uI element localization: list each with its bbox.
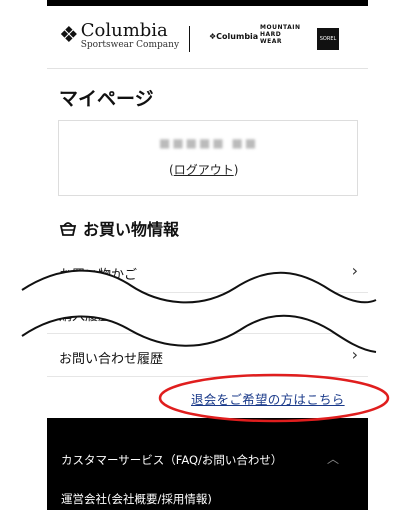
columbia-logo[interactable]: ❖Columbia <box>209 32 258 41</box>
withdraw-link[interactable]: 退会をご希望の方はこちら <box>191 389 345 408</box>
user-name-blurred: ■■■■■ ■■ <box>159 136 259 150</box>
brand-columbia-text: Columbia <box>216 32 259 41</box>
footer-customer-service-link[interactable]: カスタマーサービス（FAQ/お問い合わせ） <box>61 452 282 468</box>
user-card: ■■■■■ ■■ (ログアウト) <box>58 120 358 196</box>
menu-item-inquiry-history[interactable]: お問い合わせ履歴 › <box>47 336 368 377</box>
menu-item-label: お問い合わせ履歴 <box>59 352 164 367</box>
logout-link[interactable]: ログアウト <box>174 163 234 177</box>
shopping-title-text: お買い物情報 <box>83 220 180 239</box>
brand-main-name: Columbia <box>80 20 168 41</box>
menu-item-label: お買い物かご <box>59 268 138 283</box>
chevron-up-icon[interactable]: ︿ <box>327 450 339 467</box>
mobile-page: ❖ Columbia Sportswear Company ❖Columbia … <box>47 0 368 510</box>
sorel-logo[interactable]: SOREL <box>317 28 339 50</box>
footer: カスタマーサービス（FAQ/お問い合わせ） ︿ 運営会社(会社概要/採用情報) <box>47 418 368 510</box>
paren-close: ) <box>233 163 239 177</box>
menu-item-label: 購入履歴 <box>59 309 112 324</box>
brand-divider <box>189 26 190 52</box>
logout-wrap: (ログアウト) <box>169 161 238 178</box>
menu-item-cart[interactable]: お買い物かご › <box>47 252 368 293</box>
page-title: マイページ <box>59 88 154 110</box>
chevron-right-icon: › <box>351 261 358 280</box>
shopping-section-title: お買い物情報 <box>59 216 179 240</box>
columbia-diamond-icon: ❖ <box>59 23 79 48</box>
columbia-sportswear-logo[interactable]: ❖ Columbia Sportswear Company <box>59 22 179 50</box>
chevron-right-icon: › <box>351 345 358 364</box>
menu-item-purchase-history[interactable]: 購入履歴 › <box>47 293 368 334</box>
mountain-hardwear-logo[interactable]: MOUNTAIN HARD WEAR <box>260 24 300 45</box>
basket-icon <box>59 222 77 236</box>
brand-main-sub: Sportswear Company <box>80 40 180 50</box>
footer-company-link[interactable]: 運営会社(会社概要/採用情報) <box>61 491 212 507</box>
chevron-right-icon: › <box>351 302 358 321</box>
brand-bar: ❖ Columbia Sportswear Company ❖Columbia … <box>47 6 368 69</box>
